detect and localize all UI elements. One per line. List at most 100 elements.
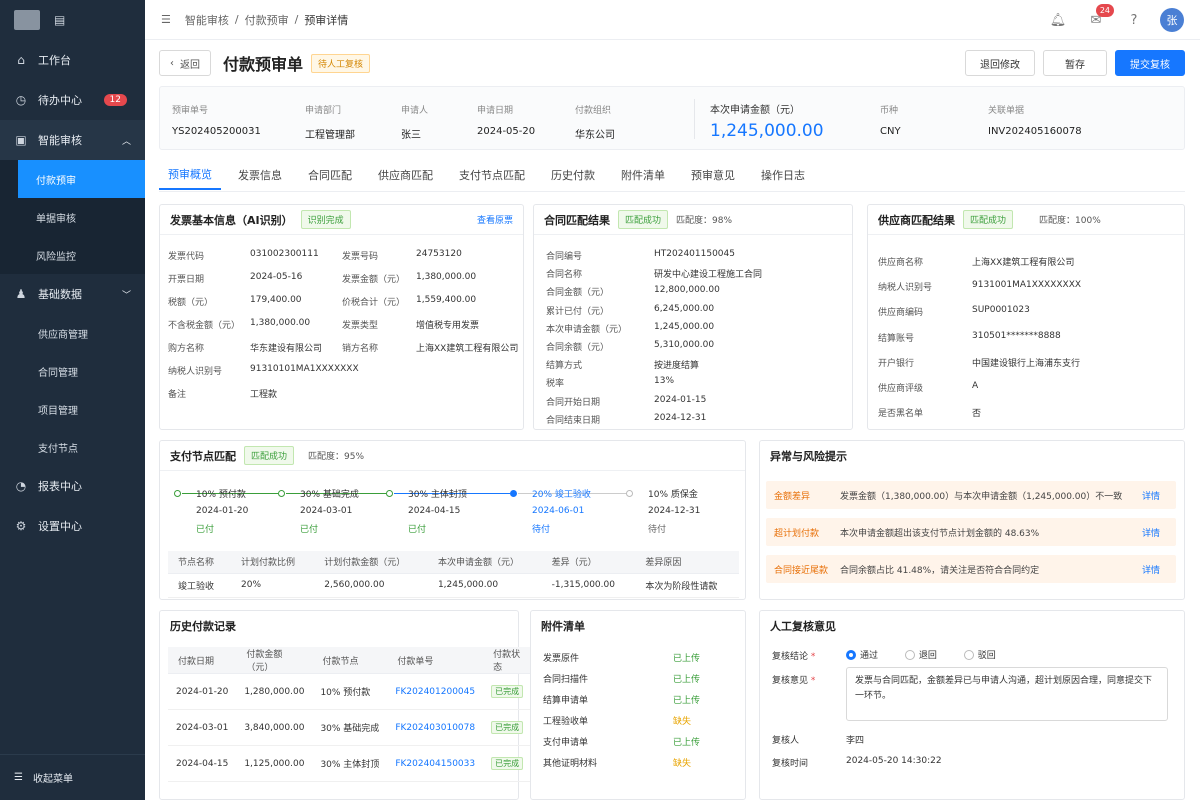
step-dot <box>386 490 393 497</box>
risk-desc: 发票金额（1,380,000.00）与本次申请金额（1,245,000.00）不… <box>840 491 1123 502</box>
nav-reports[interactable]: ◔ 报表中心 <box>0 466 145 506</box>
field-value: 1,245,000.00 <box>654 321 715 332</box>
payment-no-link[interactable]: FK202404150033 <box>387 745 484 782</box>
info-value: 张三 <box>401 130 421 141</box>
info-value: 2024-05-20 <box>477 126 536 137</box>
table-cell: 20% <box>231 573 315 598</box>
sub-doc-audit[interactable]: 单据审核 <box>0 198 145 236</box>
bell-icon[interactable]: 🔔︎ <box>1046 8 1070 32</box>
review-time-value: 2024-05-20 14:30:22 <box>846 756 942 766</box>
risk-type: 金额差异 <box>774 491 811 502</box>
payment-no-link[interactable]: FK202403010078 <box>387 709 484 746</box>
tab-opinion[interactable]: 预审意见 <box>682 160 744 190</box>
attachment-name: 其他证明材料 <box>543 759 598 769</box>
info-applicant: 申请人 张三 <box>401 103 428 141</box>
field-value: 310501*******8888 <box>972 330 1061 341</box>
field-label: 结算方式 <box>546 361 583 372</box>
field-value: 2024-05-16 <box>250 272 303 282</box>
nav-basic-data[interactable]: ♟ 基础数据 ﹀ <box>0 274 145 314</box>
field-value: 1,380,000.00 <box>250 318 311 328</box>
nav-todo[interactable]: ◷ 待办中心 12 <box>0 80 145 120</box>
risk-detail-link[interactable]: 详情 <box>1142 563 1176 576</box>
hamburger-icon[interactable]: ☰ <box>161 13 171 26</box>
tab-history[interactable]: 历史付款 <box>542 160 604 190</box>
tab-invoice[interactable]: 发票信息 <box>229 160 291 190</box>
status-badge: 已完成 <box>491 721 524 734</box>
sub-project[interactable]: 项目管理 <box>0 390 145 428</box>
radio-label: 退回 <box>918 651 937 661</box>
risk-detail-link[interactable]: 详情 <box>1142 526 1176 539</box>
pay-node-card: 支付节点匹配 匹配成功 匹配度：95% 10% 预付款 2024-01-20 已付 30%… <box>159 440 746 600</box>
label-text: 复核结论 <box>772 652 809 662</box>
message-icon[interactable]: ✉ 24 <box>1084 4 1114 32</box>
crumb-1[interactable]: 智能审核 <box>185 12 229 28</box>
field-label: 结算账号 <box>878 333 915 344</box>
help-icon[interactable]: ? <box>1122 8 1146 32</box>
column-header: 付款状态 <box>483 647 532 674</box>
opinion-textarea[interactable]: 发票与合同匹配，金额差异已与申请人沟通，超计划原因合理，同意提交下一环节。 <box>846 667 1168 721</box>
card-header: 历史付款记录 <box>160 611 518 641</box>
required-mark: * <box>808 652 816 662</box>
card-title: 发票基本信息（AI识别） <box>170 213 293 227</box>
field-value: SUP0001023 <box>972 305 1030 316</box>
sub-risk-monitor[interactable]: 风险监控 <box>0 236 145 274</box>
field-value: 上海XX建筑工程有限公司 <box>972 258 1075 268</box>
table-cell: 2024-01-20 <box>168 673 237 710</box>
field-label: 税额（元） <box>168 298 214 308</box>
card-header: 附件清单 <box>531 611 745 641</box>
step-status: 已付 <box>196 525 215 535</box>
step-date: 2024-01-20 <box>196 506 249 516</box>
sub-supplier[interactable]: 供应商管理 <box>0 314 145 352</box>
field-value: 增值税专用发票 <box>416 321 480 331</box>
step-title: 10% 预付款 <box>196 490 246 500</box>
column-header: 本次申请金额（元） <box>427 551 542 574</box>
logo <box>14 10 40 30</box>
sidebar: ▤ ⌂ 工作台 ◷ 待办中心 12 ▣ 智能审核 ︿ 付款预审 单据审核 风险监控 ♟ 基础… <box>0 0 145 800</box>
tab-overview[interactable]: 预审概览 <box>159 160 221 190</box>
risk-type: 合同接近尾款 <box>774 565 829 576</box>
nav-workbench[interactable]: ⌂ 工作台 <box>0 40 145 80</box>
nav-label: 待办中心 <box>38 94 82 107</box>
tab-supplier[interactable]: 供应商匹配 <box>369 160 442 190</box>
nav-smart-audit[interactable]: ▣ 智能审核 ︿ <box>0 120 145 160</box>
tab-pay-node[interactable]: 支付节点匹配 <box>450 160 534 190</box>
tab-attachments[interactable]: 附件清单 <box>612 160 674 190</box>
menu-toggle-icon[interactable]: ▤ <box>54 13 65 27</box>
return-button[interactable]: 退回修改 <box>965 50 1035 76</box>
sub-contract[interactable]: 合同管理 <box>0 352 145 390</box>
review-card: 人工复核意见 复核结论 * 通过 退回 驳回 复核意见 * 发票与合同匹配，金额… <box>759 610 1185 800</box>
info-label: 关联单据 <box>988 106 1025 116</box>
radio-return[interactable]: 退回 <box>904 648 937 661</box>
submit-button[interactable]: 提交复核 <box>1115 50 1185 76</box>
back-button[interactable]: ‹ 返回 <box>159 50 211 76</box>
card-header: 人工复核意见 <box>760 611 1184 641</box>
chevron-down-icon: ﹀ <box>121 290 131 301</box>
sub-payment-precheck[interactable]: 付款预审 <box>18 160 145 198</box>
save-draft-button[interactable]: 暂存 <box>1043 50 1107 76</box>
crumb-2[interactable]: 付款预审 <box>245 12 289 28</box>
tab-log[interactable]: 操作日志 <box>752 160 814 190</box>
avatar[interactable]: 张 <box>1160 8 1184 32</box>
card-title: 附件清单 <box>541 620 585 633</box>
risk-item: 超计划付款 本次申请金额超出该支付节点计划金额的 48.63% 详情 <box>766 518 1176 546</box>
collapse-menu-button[interactable]: ☰ 收起菜单 <box>0 754 145 800</box>
radio-reject[interactable]: 驳回 <box>963 648 996 661</box>
risk-detail-link[interactable]: 详情 <box>1142 489 1176 502</box>
risk-item: 金额差异 发票金额（1,380,000.00）与本次申请金额（1,245,000.… <box>766 481 1176 509</box>
radio-pass[interactable]: 通过 <box>846 648 878 661</box>
tab-contract[interactable]: 合同匹配 <box>299 160 361 190</box>
field-value: 工程款 <box>250 390 278 400</box>
nav-settings[interactable]: ⚙ 设置中心 <box>0 506 145 546</box>
card-header: 合同匹配结果 匹配成功 匹配度：98% <box>534 205 852 235</box>
action-buttons: 退回修改 暂存 提交复核 <box>965 50 1185 76</box>
payment-no-link[interactable]: FK202401200045 <box>387 673 484 710</box>
step-title: 20% 竣工验收 <box>532 490 591 500</box>
field-label: 纳税人识别号 <box>878 283 933 294</box>
view-invoice-link[interactable]: 查看原票 <box>477 213 513 226</box>
audit-icon: ▣ <box>15 133 27 147</box>
step-item: 10% 预付款 2024-01-20 已付 <box>196 487 248 535</box>
sub-pay-node[interactable]: 支付节点 <box>0 428 145 466</box>
attachment-name: 结算申请单 <box>543 696 589 706</box>
info-value: 华东公司 <box>575 130 615 141</box>
info-no: 预审单号 YS202405200031 <box>172 103 261 137</box>
